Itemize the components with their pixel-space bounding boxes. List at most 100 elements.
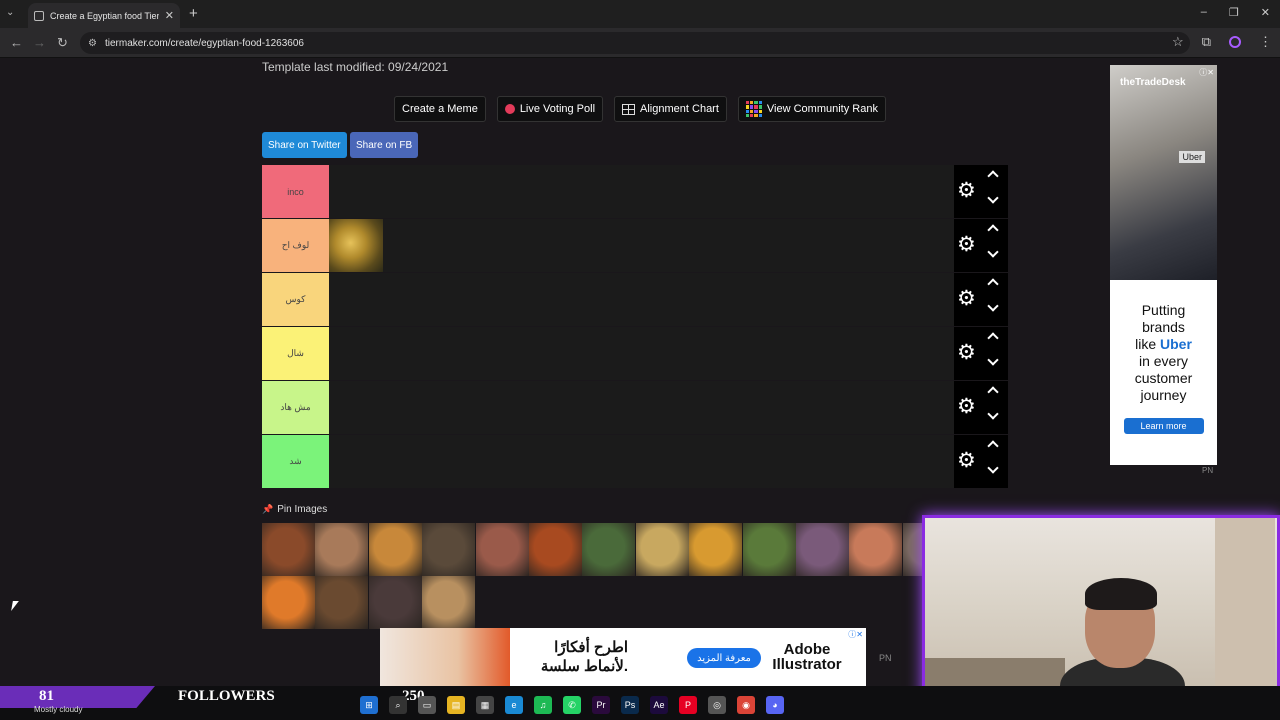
- share-fb-button[interactable]: Share on FB: [350, 132, 419, 158]
- gear-icon[interactable]: ⚙: [957, 342, 976, 363]
- move-up-icon[interactable]: [987, 386, 999, 398]
- move-down-icon[interactable]: [987, 246, 999, 258]
- move-up-icon[interactable]: [987, 170, 999, 182]
- spotify-icon[interactable]: ♫: [534, 696, 552, 714]
- edge-icon[interactable]: e: [505, 696, 523, 714]
- pinterest-icon[interactable]: P: [679, 696, 697, 714]
- pool-item-image[interactable]: [635, 523, 689, 576]
- restore-icon[interactable]: ❐: [1229, 6, 1239, 19]
- pool-item-image[interactable]: [849, 523, 903, 576]
- pool-item-image[interactable]: [315, 523, 369, 576]
- ad-close-icon[interactable]: ⓘ✕: [1199, 67, 1214, 78]
- move-up-icon[interactable]: [987, 278, 999, 290]
- tab-search-icon[interactable]: ⌄: [6, 7, 14, 18]
- mosaic-cell: [754, 105, 758, 109]
- pool-item-image[interactable]: [315, 576, 369, 629]
- search-icon[interactable]: ⌕: [389, 696, 407, 714]
- pool-item-image[interactable]: [475, 523, 529, 576]
- alignment-chart-button[interactable]: Alignment Chart: [614, 96, 727, 122]
- tier-drop-area[interactable]: [329, 435, 954, 488]
- gear-icon[interactable]: ⚙: [957, 396, 976, 417]
- tier-label[interactable]: شال: [262, 327, 329, 380]
- move-down-icon[interactable]: [987, 300, 999, 312]
- forward-icon[interactable]: →: [33, 35, 46, 50]
- tier-drop-area[interactable]: [329, 273, 954, 326]
- pool-item-image[interactable]: [422, 576, 476, 629]
- live-voting-poll-button[interactable]: Live Voting Poll: [496, 96, 604, 122]
- tier-label[interactable]: كوس: [262, 273, 329, 326]
- pool-item-image[interactable]: [529, 523, 582, 576]
- community-rank-button[interactable]: View Community Rank: [737, 96, 886, 122]
- move-down-icon[interactable]: [987, 462, 999, 474]
- pool-item-image[interactable]: [368, 523, 422, 576]
- tier-drop-area[interactable]: [329, 219, 954, 272]
- pool-item-image[interactable]: [262, 523, 315, 576]
- browser-tab-strip: ⌄ Create a Egyptian food Tier List ✕ + –…: [0, 0, 1280, 28]
- bottom-ad-cta[interactable]: معرفة المزيد: [687, 648, 761, 668]
- bottom-ad-close-icon[interactable]: ⓘ✕: [848, 629, 863, 640]
- gear-icon[interactable]: ⚙: [957, 180, 976, 201]
- pool-item-image[interactable]: [796, 523, 849, 576]
- move-down-icon[interactable]: [987, 408, 999, 420]
- learn-more-button[interactable]: Learn more: [1123, 418, 1204, 434]
- close-window-icon[interactable]: ✕: [1261, 6, 1270, 19]
- bookmark-star-icon[interactable]: ☆: [1172, 34, 1184, 50]
- whatsapp-icon[interactable]: ✆: [563, 696, 581, 714]
- discord-icon[interactable]: ◕: [766, 696, 784, 714]
- share-twitter-label: Share on Twitter: [268, 139, 341, 151]
- move-down-icon[interactable]: [987, 354, 999, 366]
- pool-item-image[interactable]: [262, 576, 315, 629]
- pin-images-toggle[interactable]: 📌 Pin Images: [262, 504, 327, 515]
- file-explorer-icon[interactable]: ▤: [447, 696, 465, 714]
- obs-icon[interactable]: ◎: [708, 696, 726, 714]
- photoshop-icon[interactable]: Ps: [621, 696, 639, 714]
- tier-label[interactable]: شد: [262, 435, 329, 488]
- mosaic-cell: [754, 101, 758, 105]
- ad-line-brand: Uber: [1160, 336, 1192, 352]
- sidebar-ad[interactable]: theTradeDesk ⓘ✕ Uber Putting brands like…: [1110, 65, 1217, 465]
- gear-icon[interactable]: ⚙: [957, 450, 976, 471]
- pool-item-image[interactable]: [368, 576, 422, 629]
- minimize-icon[interactable]: –: [1201, 6, 1207, 19]
- mosaic-cell: [745, 105, 750, 109]
- chrome-icon[interactable]: ◉: [737, 696, 755, 714]
- create-meme-button[interactable]: Create a Meme: [394, 96, 486, 122]
- move-up-icon[interactable]: [987, 332, 999, 344]
- move-down-icon[interactable]: [987, 192, 999, 204]
- gear-icon[interactable]: ⚙: [957, 288, 976, 309]
- reload-icon[interactable]: ↻: [57, 35, 68, 51]
- bottom-ad[interactable]: اطرح أفكارًا لأنماط سلسة. معرفة المزيد A…: [380, 628, 866, 688]
- alignment-chart-label: Alignment Chart: [640, 103, 719, 115]
- browser-tab-active[interactable]: Create a Egyptian food Tier List ✕: [28, 3, 180, 28]
- tier-drop-area[interactable]: [329, 381, 954, 434]
- back-icon[interactable]: ←: [10, 35, 23, 50]
- task-view-icon[interactable]: ▭: [418, 696, 436, 714]
- menu-kebab-icon[interactable]: ⋮: [1259, 34, 1272, 50]
- store-icon[interactable]: ▦: [476, 696, 494, 714]
- gear-icon[interactable]: ⚙: [957, 234, 976, 255]
- move-up-icon[interactable]: [987, 440, 999, 452]
- tier-item-image[interactable]: [329, 219, 383, 272]
- pool-item-image[interactable]: [582, 523, 636, 576]
- extensions-icon[interactable]: ⧉: [1202, 34, 1211, 50]
- share-twitter-button[interactable]: Share on Twitter: [262, 132, 347, 158]
- pool-item-image[interactable]: [689, 523, 743, 576]
- move-up-icon[interactable]: [987, 224, 999, 236]
- address-bar[interactable]: ⚙ tiermaker.com/create/egyptian-food-126…: [80, 32, 1190, 54]
- ad-line: Putting: [1141, 302, 1186, 318]
- tier-label[interactable]: مش هاد: [262, 381, 329, 434]
- start-icon[interactable]: ⊞: [360, 696, 378, 714]
- profile-avatar-icon[interactable]: [1229, 36, 1241, 48]
- pool-item-image[interactable]: [422, 523, 476, 576]
- close-tab-icon[interactable]: ✕: [165, 9, 174, 22]
- tier-drop-area[interactable]: [329, 165, 954, 218]
- tier-drop-area[interactable]: [329, 327, 954, 380]
- site-info-icon[interactable]: ⚙: [88, 38, 97, 49]
- tier-label[interactable]: لوف اح: [262, 219, 329, 272]
- premiere-icon[interactable]: Pr: [592, 696, 610, 714]
- webcam-person-hair: [1085, 578, 1157, 610]
- after-effects-icon[interactable]: Ae: [650, 696, 668, 714]
- new-tab-icon[interactable]: +: [189, 5, 198, 22]
- tier-label[interactable]: inco: [262, 165, 329, 218]
- pool-item-image[interactable]: [742, 523, 796, 576]
